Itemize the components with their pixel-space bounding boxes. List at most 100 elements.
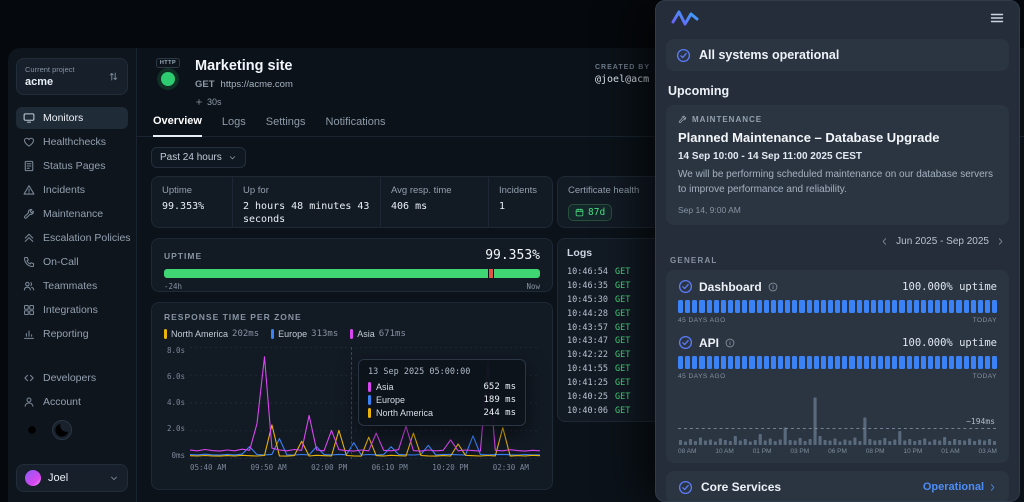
sidebar-item-monitors[interactable]: Monitors — [16, 107, 128, 129]
sidebar-item-reporting[interactable]: Reporting — [16, 323, 128, 345]
legend-item[interactable]: Europe 313ms — [271, 329, 338, 339]
chevron-down-icon — [109, 473, 119, 483]
stat-value: 2 hours 48 minutes 43 seconds — [243, 201, 370, 225]
maintenance-title: Planned Maintenance – Database Upgrade — [678, 130, 940, 145]
stat-uptime: Uptime 99.353% — [152, 177, 232, 227]
tooltip-series-value: 189 ms — [483, 395, 516, 405]
uptime-day-bar — [692, 356, 698, 369]
legend-item[interactable]: Asia 671ms — [350, 329, 406, 339]
tab-settings[interactable]: Settings — [266, 116, 306, 136]
sidebar-item-label: Incidents — [43, 184, 86, 196]
check-frequency: 30s — [195, 97, 293, 107]
chart-title: RESPONSE TIME PER ZONE — [164, 312, 302, 322]
log-method: GET — [614, 280, 631, 291]
account-icon — [23, 396, 35, 408]
info-icon — [768, 282, 778, 292]
tooltip-color — [368, 395, 371, 405]
incidents-icon — [23, 184, 35, 196]
info-icon — [725, 338, 735, 348]
sidebar-item-label: Escalation Policies — [43, 232, 131, 244]
check-circle-icon — [676, 48, 691, 63]
uptime-day-bar — [713, 356, 719, 369]
page-title: Marketing site — [195, 58, 293, 74]
service-uptime: 100.000% uptime — [902, 280, 997, 293]
x-tick: 05:40 AM — [190, 463, 227, 472]
uptime-day-bar — [792, 300, 798, 313]
uptime-day-bar — [849, 300, 855, 313]
sidebar-item-on-call[interactable]: On-Call — [16, 251, 128, 273]
group-label: GENERAL — [670, 256, 718, 265]
uptime-day-bar — [892, 300, 898, 313]
status-page-header — [656, 1, 1019, 35]
uptime-start-label: -24h — [164, 282, 183, 291]
uptime-day-bar — [756, 356, 762, 369]
log-time: 10:41:25 — [567, 378, 608, 389]
service-uptime-bars[interactable] — [678, 356, 998, 369]
uptime-day-bar — [735, 356, 741, 369]
menu-icon[interactable] — [989, 10, 1005, 26]
date-range-nav: Jun 2025 - Sep 2025 — [670, 236, 1005, 247]
check-circle-icon — [678, 480, 693, 495]
x-axis-labels: 05:40 AM 09:50 AM 02:00 PM 06:10 PM 10:20 PM… — [190, 463, 540, 475]
uptime-day-bar — [877, 356, 884, 369]
sidebar-item-account[interactable]: Account — [16, 391, 128, 413]
uptime-day-bar — [820, 300, 826, 313]
sparkline-x-labels: 08 AM 10 AM 01 PM 03 PM 06 PM 08 PM 10 PM 01 AM… — [678, 448, 997, 455]
legend-item[interactable]: North America 202ms — [164, 329, 259, 339]
sort-icon — [108, 71, 119, 82]
uptime-day-bar — [727, 300, 734, 313]
uptime-day-bar — [935, 300, 941, 313]
tooltip-series-name: Asia — [376, 382, 394, 392]
sidebar-item-incidents[interactable]: Incidents — [16, 179, 128, 201]
tab-notifications[interactable]: Notifications — [326, 116, 386, 136]
sidebar-item-escalation-policies[interactable]: Escalation Policies — [16, 227, 131, 249]
project-selector[interactable]: Current project acme — [16, 58, 128, 95]
sidebar-item-teammates[interactable]: Teammates — [16, 275, 128, 297]
monitor-url[interactable]: https://acme.com — [221, 79, 293, 90]
tab-overview[interactable]: Overview — [153, 115, 202, 137]
services-card: Dashboard 100.000% uptime 45 DAYS AGO TODAY… — [666, 270, 1009, 463]
y-tick: 2.0s — [166, 424, 185, 434]
on-call-icon — [23, 256, 35, 268]
log-method: GET — [614, 364, 631, 375]
maintenance-card[interactable]: MAINTENANCE Planned Maintenance – Databa… — [666, 105, 1009, 225]
log-method: GET — [614, 405, 631, 416]
uptime-day-bar — [985, 356, 991, 369]
core-services-row[interactable]: Core Services Operational — [666, 471, 1009, 501]
stat-value: 406 ms — [391, 201, 428, 212]
service-uptime-bars[interactable] — [678, 300, 998, 313]
dark-theme-icon[interactable] — [52, 420, 72, 440]
user-menu[interactable]: Joel — [16, 464, 128, 492]
chevron-left-icon[interactable] — [880, 237, 889, 246]
uptime-day-bar — [856, 300, 862, 313]
uptime-day-bar — [920, 300, 926, 313]
light-theme-icon[interactable] — [22, 420, 42, 440]
uptime-day-bar — [706, 300, 712, 313]
integrations-icon — [23, 304, 35, 316]
uptime-day-bar — [956, 356, 962, 369]
stat-label: Uptime — [162, 185, 193, 196]
uptime-card: UPTIME 99.353% -24h Now — [151, 238, 553, 292]
uptime-day-bar — [749, 300, 755, 313]
uptime-day-bar — [799, 356, 805, 369]
tab-logs[interactable]: Logs — [222, 116, 246, 136]
sidebar-item-healthchecks[interactable]: Healthchecks — [16, 131, 128, 153]
response-time-chart[interactable]: 13 Sep 2025 05:00:00 Asia 652 ms Europe 189… — [190, 347, 540, 459]
status-page-logo-icon[interactable] — [670, 7, 700, 29]
sidebar-item-maintenance[interactable]: Maintenance — [16, 203, 128, 225]
uptime-day-bar — [992, 300, 998, 313]
service-api: API 100.000% uptime 45 DAYS AGO TODAY — [678, 335, 998, 380]
stat-avg-resp-time: Avg resp. time 406 ms — [380, 177, 488, 227]
uptime-day-bar — [942, 356, 948, 369]
service-row: Dashboard 100.000% uptime — [678, 279, 997, 294]
log-time: 10:40:06 — [567, 405, 608, 416]
sidebar-item-status-pages[interactable]: Status Pages — [16, 155, 128, 177]
uptime-bar[interactable] — [164, 269, 540, 278]
sidebar-item-developers[interactable]: Developers — [16, 367, 128, 389]
time-range-select[interactable]: Past 24 hours — [151, 147, 246, 168]
status-pages-icon — [23, 160, 35, 172]
sidebar-item-integrations[interactable]: Integrations — [16, 299, 128, 321]
operational-link[interactable]: Operational — [923, 481, 997, 493]
sparkline-x-tick: 08 AM — [678, 448, 697, 455]
chevron-right-icon[interactable] — [996, 237, 1005, 246]
